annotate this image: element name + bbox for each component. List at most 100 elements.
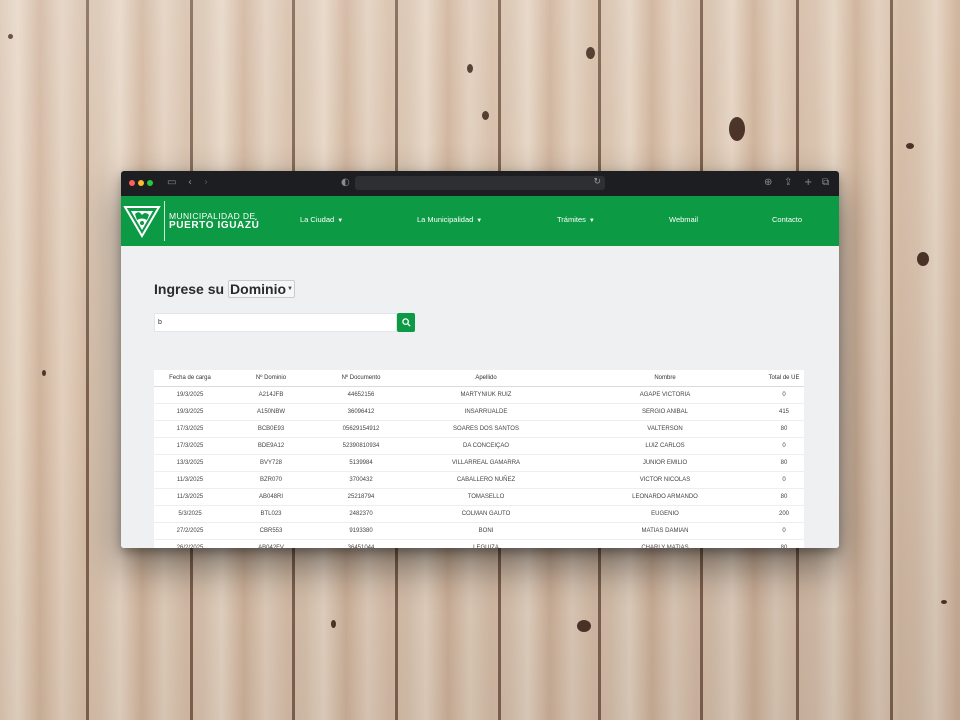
column-header-dominio[interactable]: Nº Dominio bbox=[226, 370, 316, 387]
search-heading-text: Ingrese su bbox=[154, 281, 225, 297]
table-row[interactable]: 17/3/2025 BDE9A12 52390810934 DA CONCEIÇ… bbox=[154, 437, 804, 455]
cell-documento: 36451044 bbox=[316, 539, 406, 548]
cell-dominio: CBR553 bbox=[226, 522, 316, 540]
wood-knot bbox=[729, 117, 745, 141]
search-type-select[interactable]: Dominio ▼ bbox=[228, 280, 295, 298]
cell-apellido: VILLARREAL GAMARRA bbox=[406, 454, 566, 472]
table-row[interactable]: 27/2/2025 CBR553 9193380 BONI MATIAS DAM… bbox=[154, 522, 804, 540]
table-row[interactable]: 19/3/2025 A214JFB 44652156 MARTYNIUK RUI… bbox=[154, 386, 804, 404]
cell-nombre: EUGENIO bbox=[566, 505, 764, 523]
column-header-total-ue[interactable]: Total de UE bbox=[764, 370, 804, 387]
nav-item-label: Contacto bbox=[772, 215, 803, 224]
wood-knot bbox=[331, 620, 336, 628]
search-input[interactable] bbox=[154, 313, 397, 332]
cell-documento: 9193380 bbox=[316, 522, 406, 540]
cell-total-ue: 0 bbox=[764, 437, 804, 455]
cell-nombre: LUIZ CARLOS bbox=[566, 437, 764, 455]
cell-apellido: DA CONCEIÇAO bbox=[406, 437, 566, 455]
table-row[interactable]: 5/3/2025 BTL023 2482370 COLMAN GAUTO EUG… bbox=[154, 505, 804, 523]
browser-window: ▭ ‹ › ◐ ↻ ⊕ ⇪ + ⧉ MUNICIPALIDAD DE PUERT… bbox=[121, 171, 839, 548]
zoom-window-button[interactable] bbox=[147, 180, 153, 186]
cell-documento: 52390810934 bbox=[316, 437, 406, 455]
chevron-down-icon: ▼ bbox=[287, 286, 293, 292]
wood-knot bbox=[906, 143, 914, 149]
cell-fecha: 11/3/2025 bbox=[154, 471, 226, 489]
table-row[interactable]: 19/3/2025 A150NBW 36096412 INSARRUALDE S… bbox=[154, 403, 804, 421]
cell-total-ue: 80 bbox=[764, 454, 804, 472]
cell-documento: 2482370 bbox=[316, 505, 406, 523]
nav-item-tramites[interactable]: Trámites ▼ bbox=[557, 215, 595, 224]
cell-dominio: BCB0E93 bbox=[226, 420, 316, 438]
cell-documento: 3700432 bbox=[316, 471, 406, 489]
back-icon[interactable]: ‹ bbox=[188, 177, 192, 189]
main-content: Ingrese su Dominio ▼ Fecha de carga Nº D… bbox=[121, 246, 839, 548]
cell-apellido: LEGUIZA bbox=[406, 539, 566, 548]
wood-knot bbox=[482, 111, 489, 120]
new-tab-icon[interactable]: + bbox=[804, 177, 812, 189]
table-header-row: Fecha de carga Nº Dominio Nº Documento A… bbox=[154, 370, 804, 387]
nav-item-label: Webmail bbox=[669, 215, 699, 224]
cell-dominio: BVY728 bbox=[226, 454, 316, 472]
cell-documento: 36096412 bbox=[316, 403, 406, 421]
cell-documento: 05629154912 bbox=[316, 420, 406, 438]
wood-knot bbox=[8, 34, 13, 39]
wood-knot bbox=[917, 252, 929, 266]
privacy-shield-icon[interactable]: ◐ bbox=[341, 177, 350, 189]
nav-item-la-municipalidad[interactable]: La Municipalidad ▼ bbox=[417, 215, 482, 224]
table-row[interactable]: 11/3/2025 BZR070 3700432 CABALLERO NUÑEZ… bbox=[154, 471, 804, 489]
cell-nombre: CHARLY MATIAS bbox=[566, 539, 764, 548]
browser-toolbar: ▭ ‹ › ◐ ↻ ⊕ ⇪ + ⧉ bbox=[121, 171, 839, 196]
forward-icon[interactable]: › bbox=[204, 177, 208, 189]
cell-total-ue: 80 bbox=[764, 420, 804, 438]
cell-apellido: CABALLERO NUÑEZ bbox=[406, 471, 566, 489]
caret-down-icon: ▼ bbox=[588, 218, 595, 224]
minimize-window-button[interactable] bbox=[138, 180, 144, 186]
cell-dominio: BTL023 bbox=[226, 505, 316, 523]
municipality-logo[interactable]: MUNICIPALIDAD DE PUERTO IGUAZÚ bbox=[121, 201, 259, 241]
cell-apellido: COLMAN GAUTO bbox=[406, 505, 566, 523]
download-icon[interactable]: ⊕ bbox=[764, 177, 772, 189]
column-header-documento[interactable]: Nº Documento bbox=[316, 370, 406, 387]
cell-fecha: 17/3/2025 bbox=[154, 420, 226, 438]
cell-fecha: 19/3/2025 bbox=[154, 386, 226, 404]
cell-dominio: AB042FV bbox=[226, 539, 316, 548]
cell-apellido: BONI bbox=[406, 522, 566, 540]
table-row[interactable]: 11/3/2025 AB048RI 25218794 TOMASELLO LEO… bbox=[154, 488, 804, 506]
close-window-button[interactable] bbox=[129, 180, 135, 186]
table-row[interactable]: 26/2/2025 AB042FV 36451044 LEGUIZA CHARL… bbox=[154, 539, 804, 548]
cell-total-ue: 415 bbox=[764, 403, 804, 421]
cell-fecha: 11/3/2025 bbox=[154, 488, 226, 506]
nav-item-webmail[interactable]: Webmail bbox=[669, 215, 698, 224]
wood-knot bbox=[941, 600, 947, 604]
column-header-nombre[interactable]: Nombre bbox=[566, 370, 764, 387]
nav-item-label: Trámites bbox=[557, 215, 586, 224]
search-button[interactable] bbox=[397, 313, 415, 332]
cell-nombre: SERGIO ANIBAL bbox=[566, 403, 764, 421]
cell-dominio: AB048RI bbox=[226, 488, 316, 506]
cell-fecha: 27/2/2025 bbox=[154, 522, 226, 540]
wood-knot bbox=[42, 370, 46, 376]
cell-nombre: LEONARDO ARMANDO bbox=[566, 488, 764, 506]
nav-item-contacto[interactable]: Contacto bbox=[772, 215, 802, 224]
address-bar[interactable]: ↻ bbox=[355, 176, 605, 190]
table-row[interactable]: 13/3/2025 BVY728 5139984 VILLARREAL GAMA… bbox=[154, 454, 804, 472]
cell-documento: 44652156 bbox=[316, 386, 406, 404]
column-header-fecha[interactable]: Fecha de carga bbox=[154, 370, 226, 387]
wood-knot bbox=[577, 620, 591, 632]
share-icon[interactable]: ⇪ bbox=[784, 177, 792, 189]
reload-icon[interactable]: ↻ bbox=[593, 177, 601, 187]
search-type-selected: Dominio bbox=[230, 281, 287, 297]
search-heading: Ingrese su Dominio ▼ bbox=[154, 280, 295, 298]
sidebar-icon[interactable]: ▭ bbox=[167, 177, 176, 189]
cell-fecha: 19/3/2025 bbox=[154, 403, 226, 421]
tab-overview-icon[interactable]: ⧉ bbox=[822, 177, 829, 189]
wood-knot bbox=[586, 47, 595, 59]
column-header-apellido[interactable]: Apellido bbox=[406, 370, 566, 387]
cell-fecha: 26/2/2025 bbox=[154, 539, 226, 548]
logo-text: MUNICIPALIDAD DE PUERTO IGUAZÚ bbox=[169, 211, 259, 231]
cell-documento: 25218794 bbox=[316, 488, 406, 506]
cell-total-ue: 0 bbox=[764, 386, 804, 404]
nav-item-la-ciudad[interactable]: La Ciudad ▼ bbox=[300, 215, 343, 224]
caret-down-icon: ▼ bbox=[476, 218, 483, 224]
table-row[interactable]: 17/3/2025 BCB0E93 05629154912 SOARES DOS… bbox=[154, 420, 804, 438]
